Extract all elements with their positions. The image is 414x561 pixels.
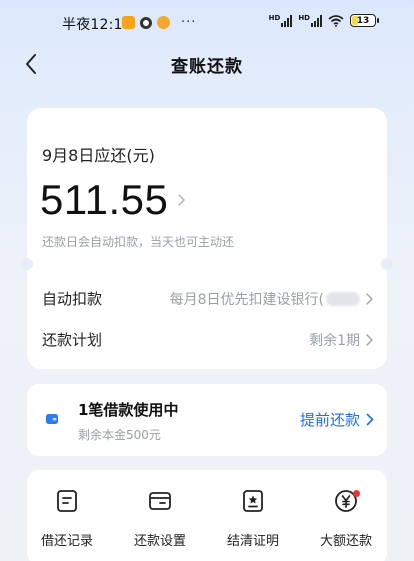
repayment-records-label: 借还记录 bbox=[40, 534, 93, 549]
remaining-principal: 剩余本金500元 bbox=[78, 428, 161, 442]
page-title: 查账还款 bbox=[171, 57, 243, 77]
wifi-icon bbox=[328, 14, 344, 27]
repayment-plan-value: 剩余1期 bbox=[309, 330, 374, 350]
new-badge-dot bbox=[353, 490, 360, 497]
remaining-periods: 剩余1期 bbox=[309, 332, 360, 349]
large-repayment-label: 大额还款 bbox=[319, 534, 372, 549]
more-notifications-icon: ··· bbox=[181, 15, 197, 30]
amount-due-link[interactable]: 511.55 bbox=[40, 176, 188, 224]
battery-icon: 13 bbox=[350, 14, 379, 27]
repayment-plan-label: 还款计划 bbox=[42, 331, 103, 349]
app-notification-icon bbox=[122, 16, 135, 29]
notification-icons: ··· bbox=[122, 15, 196, 30]
active-loan-title: 1笔借款使用中 bbox=[78, 401, 179, 419]
battery-level: 13 bbox=[356, 15, 370, 26]
system-status-icons: HD HD 13 bbox=[269, 14, 379, 27]
auto-debit-row[interactable]: 自动扣款 每月8日优先扣建设银行( bbox=[42, 288, 374, 309]
chevron-right-icon bbox=[366, 333, 373, 346]
chevron-right-icon bbox=[178, 194, 186, 206]
record-icon bbox=[57, 490, 77, 512]
repayment-records-button[interactable]: 借还记录 bbox=[27, 488, 107, 549]
prepay-label: 提前还款 bbox=[299, 411, 360, 429]
ticket-notch-right bbox=[381, 258, 393, 270]
amount-due: 511.55 bbox=[40, 176, 169, 223]
auto-debit-note: 还款日会自动扣款，当天也可主动还 bbox=[42, 235, 235, 249]
c-app-notification-icon bbox=[140, 16, 152, 29]
repayment-settings-button[interactable]: 还款设置 bbox=[120, 488, 200, 549]
ticket-notch-left bbox=[21, 258, 33, 270]
repayment-plan-row[interactable]: 还款计划 剩余1期 bbox=[42, 329, 374, 350]
signal-2-icon: HD bbox=[298, 14, 322, 27]
masked-card-number bbox=[326, 291, 360, 306]
large-repayment-button[interactable]: 大额还款 bbox=[306, 488, 386, 549]
auto-debit-label: 自动扣款 bbox=[42, 290, 103, 308]
navigation-bar: 查账还款 bbox=[0, 44, 414, 84]
signal-1-icon: HD bbox=[269, 14, 293, 27]
auto-debit-bank-text: 每月8日优先扣建设银行( bbox=[169, 291, 324, 308]
settlement-certificate-button[interactable]: 结清证明 bbox=[213, 488, 293, 549]
repayment-settings-label: 还款设置 bbox=[133, 534, 186, 549]
wallet-settings-icon bbox=[149, 492, 171, 510]
certificate-icon bbox=[243, 490, 263, 512]
wallet-icon bbox=[46, 414, 58, 424]
chevron-right-icon bbox=[366, 413, 374, 426]
auto-debit-value: 每月8日优先扣建设银行( bbox=[170, 289, 374, 309]
chevron-right-icon bbox=[366, 292, 373, 305]
prepay-button[interactable]: 提前还款 bbox=[300, 409, 374, 430]
fox-app-notification-icon bbox=[157, 16, 170, 29]
status-bar: 半夜12:16 ··· HD HD 13 bbox=[0, 0, 414, 46]
due-date-label: 9月8日应还(元) bbox=[42, 146, 155, 165]
settlement-certificate-label: 结清证明 bbox=[226, 534, 279, 549]
